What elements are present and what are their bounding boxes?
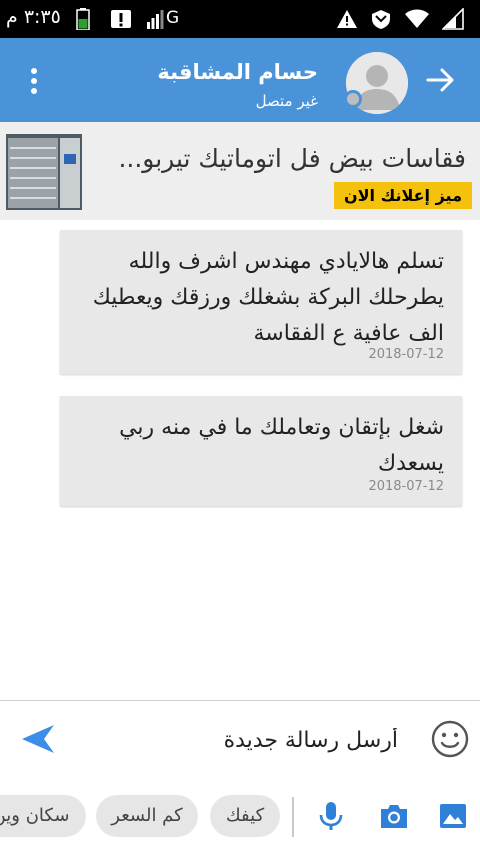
arrow-right-icon[interactable] (422, 62, 458, 98)
microphone-icon[interactable] (318, 801, 344, 831)
message-list[interactable]: تسلم هالايادي مهندس اشرف والله يطرحلك ال… (0, 220, 480, 700)
status-time: ٣:٣٥ م (6, 6, 61, 28)
wifi-icon (405, 9, 429, 28)
message-bubble[interactable]: تسلم هالايادي مهندس اشرف والله يطرحلك ال… (60, 230, 462, 374)
cell-signal-icon (442, 8, 464, 30)
notification-alert-icon (111, 10, 131, 28)
quick-reply-chip[interactable]: كم السعر (96, 795, 198, 837)
battery-icon (76, 8, 90, 30)
ad-banner[interactable]: فقاسات بيض فل اتوماتيك تيربو... ميز إعلا… (0, 122, 480, 220)
quick-reply-chip[interactable]: كيفك (210, 795, 280, 837)
gallery-icon[interactable] (438, 801, 468, 831)
message-date: 2018-07-12 (368, 479, 444, 494)
message-composer (0, 701, 480, 779)
presence-indicator (344, 90, 362, 108)
ad-title[interactable]: فقاسات بيض فل اتوماتيك تيربو... (86, 144, 466, 173)
toolbar-separator (292, 797, 294, 837)
incubator-image (6, 134, 82, 210)
shield-icon (372, 10, 390, 29)
more-vert-icon[interactable] (22, 66, 46, 96)
network-type: G (166, 8, 180, 28)
message-input[interactable] (98, 719, 398, 761)
ad-thumbnail[interactable] (6, 134, 82, 210)
emoji-icon[interactable] (430, 719, 470, 759)
contact-name[interactable]: حسام المشاقبة (157, 60, 318, 84)
message-date: 2018-07-12 (368, 347, 444, 362)
promote-ad-button[interactable]: ميز إعلانك الان (333, 182, 472, 209)
send-icon[interactable] (20, 723, 56, 755)
message-text: شغل بإتقان وتعاملك ما في منه ربي يسعدك (119, 415, 444, 476)
camera-icon[interactable] (378, 801, 410, 831)
quick-reply-chip[interactable]: سكان وين (0, 795, 86, 837)
message-bubble[interactable]: شغل بإتقان وتعاملك ما في منه ربي يسعدك 2… (60, 396, 462, 506)
attachment-toolbar: كيفك كم السعر سكان وين (0, 779, 480, 854)
warning-icon (337, 10, 357, 28)
signal-icon (147, 10, 164, 29)
chat-header: حسام المشاقبة غير متصل (0, 38, 480, 122)
contact-status: غير متصل (255, 92, 318, 110)
status-bar: ٣:٣٥ م G (0, 0, 480, 38)
message-text: تسلم هالايادي مهندس اشرف والله يطرحلك ال… (92, 249, 444, 346)
